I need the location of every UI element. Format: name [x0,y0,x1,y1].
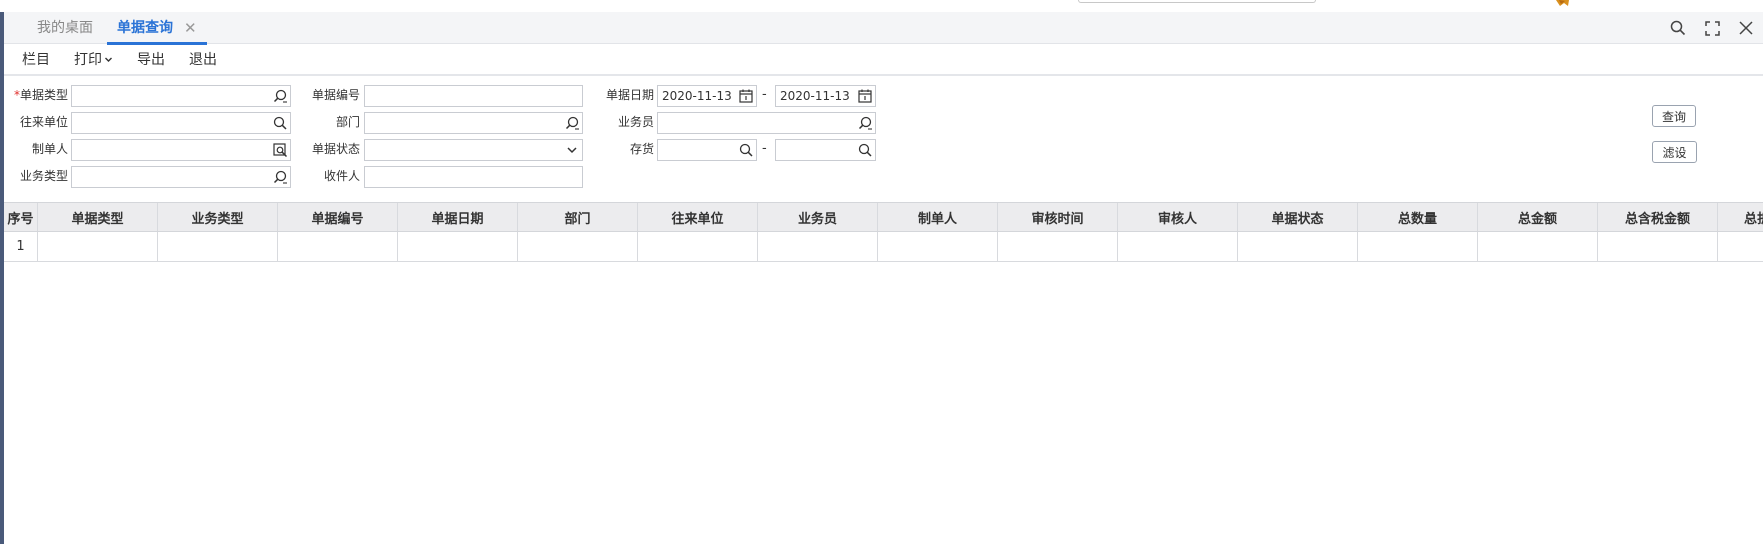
menu-bar: 栏目 打印 导出 退出 [4,44,1763,76]
table-cell[interactable] [878,232,998,261]
inventory-to-field[interactable] [775,139,876,161]
menu-print[interactable]: 打印 [74,49,113,69]
lookup-icon[interactable] [857,115,873,131]
chevron-down-icon [105,57,112,62]
grid-header-row: 序号 单据类型 业务类型 单据编号 单据日期 部门 往来单位 业务员 制单人 审核时间 审核人 单据状… [4,202,1763,232]
bill-date-from-value: 2020-11-13 [662,89,732,103]
column-header[interactable]: 总数量 [1358,203,1478,231]
mascot-icon [1556,0,1569,6]
bill-date-to-field[interactable]: 2020-11-13 [775,85,876,107]
result-grid: 序号 单据类型 业务类型 单据编号 单据日期 部门 往来单位 业务员 制单人 审核时间 审核人 单据状… [4,202,1763,262]
bill-date-label: 单据日期 [605,88,654,102]
column-header[interactable]: 单据日期 [398,203,518,231]
user-lookup-icon[interactable] [272,142,288,158]
table-cell[interactable] [1358,232,1478,261]
column-header[interactable]: 部门 [518,203,638,231]
search-icon[interactable] [738,142,754,158]
top-strip [0,0,1763,12]
bill-status-label: 单据状态 [311,142,360,156]
salesman-field[interactable] [657,112,876,134]
column-header[interactable]: 序号 [4,203,38,231]
menu-export[interactable]: 导出 [137,49,165,69]
menu-print-label: 打印 [74,52,102,68]
salesman-label: 业务员 [617,115,654,129]
table-row[interactable]: 1 [4,232,1763,262]
department-label: 部门 [335,115,360,129]
table-cell[interactable] [1118,232,1238,261]
close-icon[interactable] [1729,12,1763,44]
bill-no-label: 单据编号 [311,88,360,102]
calendar-icon[interactable] [738,88,754,104]
app-window: 我的桌面 单据查询 ✕ 栏目 打印 导出 退出 *单据类型 单据编号 单据日期 … [0,0,1763,544]
table-cell[interactable] [1478,232,1598,261]
table-cell[interactable] [158,232,278,261]
top-search-box-edge[interactable] [1078,0,1316,3]
filter-settings-button[interactable]: 滤设 [1652,141,1697,163]
column-header[interactable]: 审核时间 [998,203,1118,231]
table-cell[interactable] [1598,232,1718,261]
column-header[interactable]: 总金额 [1478,203,1598,231]
table-cell[interactable] [1238,232,1358,261]
maker-field[interactable] [71,139,291,161]
column-header[interactable]: 总含税金额 [1598,203,1718,231]
biz-type-field[interactable] [71,166,291,188]
search-icon[interactable] [272,115,288,131]
column-header[interactable]: 业务员 [758,203,878,231]
table-cell[interactable] [278,232,398,261]
column-header[interactable]: 往来单位 [638,203,758,231]
query-button[interactable]: 查询 [1652,105,1696,127]
fullscreen-icon[interactable] [1695,12,1729,44]
date-range-separator: - [762,87,767,102]
column-header[interactable]: 业务类型 [158,203,278,231]
tab-my-desktop[interactable]: 我的桌面 [37,12,93,44]
column-header[interactable]: 总折 [1718,203,1763,231]
search-icon[interactable] [1661,12,1695,44]
menu-exit[interactable]: 退出 [189,49,217,69]
row-number-cell[interactable]: 1 [4,232,38,261]
department-field[interactable] [364,112,583,134]
bill-date-from-field[interactable]: 2020-11-13 [657,85,757,107]
table-cell[interactable] [518,232,638,261]
lookup-icon[interactable] [272,88,288,104]
bill-type-label: *单据类型 [10,85,68,105]
table-cell[interactable] [998,232,1118,261]
tab-bar: 我的桌面 单据查询 ✕ [4,12,1763,45]
biz-type-label: 业务类型 [19,169,68,183]
column-header[interactable]: 审核人 [1118,203,1238,231]
column-header[interactable]: 单据类型 [38,203,158,231]
column-header[interactable]: 单据编号 [278,203,398,231]
bill-status-select[interactable] [364,139,583,161]
calendar-icon[interactable] [857,88,873,104]
bill-type-label-text: 单据类型 [19,88,68,102]
table-cell[interactable] [1718,232,1763,261]
tab-close-icon[interactable]: ✕ [184,12,197,44]
lookup-icon[interactable] [272,169,288,185]
bill-type-field[interactable] [71,85,291,107]
column-header[interactable]: 制单人 [878,203,998,231]
search-icon[interactable] [857,142,873,158]
recipient-label: 收件人 [323,169,360,183]
bill-date-to-value: 2020-11-13 [780,89,850,103]
recipient-input[interactable] [364,166,583,188]
partner-field[interactable] [71,112,291,134]
table-cell[interactable] [758,232,878,261]
table-cell[interactable] [398,232,518,261]
inventory-from-field[interactable] [657,139,757,161]
bill-no-input[interactable] [364,85,583,107]
chevron-down-icon[interactable] [564,142,580,158]
inventory-label: 存货 [629,142,654,156]
tab-bill-query-label: 单据查询 [117,20,173,36]
column-header[interactable]: 单据状态 [1238,203,1358,231]
window-tools [1661,12,1763,44]
lookup-icon[interactable] [564,115,580,131]
query-form: *单据类型 单据编号 单据日期 2020-11-13 - 2020-11-13 … [0,76,1763,202]
table-cell[interactable] [38,232,158,261]
maker-label: 制单人 [31,142,68,156]
table-cell[interactable] [638,232,758,261]
partner-label: 往来单位 [19,115,68,129]
inventory-range-separator: - [762,141,767,156]
menu-columns[interactable]: 栏目 [22,49,50,69]
